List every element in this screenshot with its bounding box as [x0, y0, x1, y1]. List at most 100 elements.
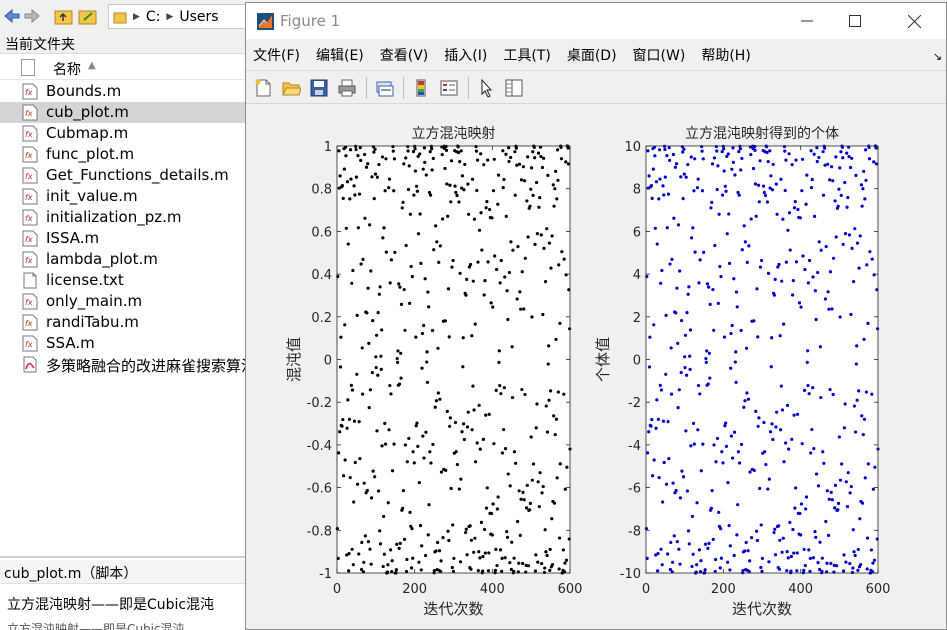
data-point — [647, 365, 652, 369]
data-point — [337, 149, 341, 153]
path-segment-users[interactable]: Users — [179, 9, 218, 25]
data-point — [843, 232, 848, 236]
menu-item[interactable]: 窗口(W) — [633, 45, 686, 65]
figure-canvas[interactable]: 1 0.8 0.6 0.4 0.2 0 -0.2 -0.4 -0.6 -0.8 -1 0 200 400 6… — [246, 105, 946, 629]
data-point — [707, 541, 711, 545]
path-box[interactable]: ▶ C: ▶ Users — [108, 4, 246, 29]
plots-svg[interactable]: 10.80.60.40.20-0.2-0.4-0.6-0.8-10 200 400 6… — [246, 105, 946, 629]
data-point — [784, 260, 788, 264]
data-point — [479, 211, 483, 215]
title-bar[interactable]: Figure 1 — [246, 3, 946, 39]
data-point — [672, 534, 676, 538]
data-point — [536, 560, 540, 564]
new-figure-icon[interactable] — [250, 75, 276, 101]
axes-2[interactable]: 1086420-2-4-6-8-100 200 400 600立方混沌映射得到的个体迭… — [594, 125, 890, 618]
data-point — [336, 451, 341, 455]
data-point — [535, 232, 539, 236]
matlab-script-icon: fx — [22, 209, 38, 226]
menu-item[interactable]: 文件(F) — [253, 45, 300, 65]
file-row[interactable]: fx init_value.m — [0, 186, 246, 207]
data-point — [871, 487, 875, 491]
file-row[interactable]: fx Bounds.m — [0, 81, 246, 102]
data-point — [679, 318, 684, 323]
file-row[interactable]: fx only_main.m — [0, 291, 246, 312]
data-point — [381, 564, 385, 569]
data-point — [402, 537, 407, 541]
file-row[interactable]: 多策略融合的改进麻雀搜索算法 — [0, 354, 246, 375]
menu-item[interactable]: 帮助(H) — [701, 45, 750, 65]
column-header[interactable]: 名称 ▲ — [0, 56, 246, 80]
property-editor-icon[interactable] — [501, 75, 527, 101]
data-point — [713, 243, 717, 248]
data-point — [748, 470, 752, 474]
back-arrow-icon[interactable] — [2, 6, 22, 26]
file-row[interactable]: fx ISSA.m — [0, 228, 246, 249]
data-point — [723, 184, 727, 188]
forward-arrow-icon[interactable] — [22, 6, 42, 26]
file-row[interactable]: fx cub_plot.m — [0, 102, 246, 123]
file-row[interactable]: license.txt — [0, 270, 246, 291]
file-name: ISSA.m — [46, 229, 100, 247]
legend-icon[interactable] — [436, 75, 462, 101]
data-point — [860, 414, 864, 418]
data-point — [474, 144, 478, 149]
file-row[interactable]: fx lambda_plot.m — [0, 249, 246, 270]
data-point — [548, 547, 552, 552]
data-point — [736, 503, 740, 507]
close-button[interactable] — [891, 3, 937, 39]
menu-item[interactable]: 桌面(D) — [567, 45, 617, 65]
y-tick-label: 1 — [324, 140, 332, 155]
print-icon[interactable] — [334, 75, 360, 101]
file-row[interactable]: fx Cubmap.m — [0, 123, 246, 144]
menu-item[interactable]: 工具(T) — [503, 45, 550, 65]
panel-divider[interactable] — [0, 556, 246, 558]
link-icon[interactable] — [371, 75, 397, 101]
data-point — [785, 550, 789, 554]
menu-item[interactable]: 编辑(E) — [316, 45, 364, 65]
data-point — [815, 146, 819, 150]
save-icon[interactable] — [306, 75, 332, 101]
data-point — [719, 527, 723, 531]
data-point — [556, 178, 560, 182]
data-point — [529, 187, 533, 191]
data-point — [403, 443, 407, 447]
file-row[interactable]: fx Get_Functions_details.m — [0, 165, 246, 186]
data-point — [824, 244, 828, 249]
file-row[interactable]: fx randiTabu.m — [0, 312, 246, 333]
data-point — [369, 269, 373, 273]
up-folder-icon[interactable] — [54, 6, 74, 26]
data-point — [806, 383, 810, 388]
browse-folder-icon[interactable] — [78, 6, 98, 26]
file-row[interactable]: fx func_plot.m — [0, 144, 246, 165]
file-row[interactable]: fx SSA.m — [0, 333, 246, 354]
data-point — [728, 544, 732, 548]
axes-1[interactable]: 10.80.60.40.20-0.2-0.4-0.6-0.8-10 200 400 6… — [285, 126, 582, 618]
data-point — [771, 162, 775, 167]
data-point — [382, 552, 386, 556]
dock-arrow-icon[interactable]: ↘ — [933, 50, 942, 63]
maximize-button[interactable] — [832, 3, 878, 39]
toolbar-separator — [403, 76, 404, 99]
pointer-icon[interactable] — [473, 75, 499, 101]
data-point — [365, 488, 369, 493]
data-point — [720, 150, 724, 154]
file-row[interactable]: fx initialization_pz.m — [0, 207, 246, 228]
menu-item[interactable]: 插入(I) — [444, 45, 487, 65]
open-icon[interactable] — [278, 75, 304, 101]
data-point — [534, 426, 538, 430]
data-point — [356, 154, 360, 158]
data-point — [674, 162, 679, 166]
data-point — [475, 158, 480, 162]
x-tick-label: 400 — [788, 582, 813, 597]
data-point — [677, 388, 681, 392]
data-point — [803, 563, 807, 568]
data-point — [839, 193, 843, 197]
minimize-button[interactable] — [784, 3, 830, 39]
data-point — [737, 150, 741, 154]
colorbar-icon[interactable] — [408, 75, 434, 101]
menu-item[interactable]: 查看(V) — [380, 45, 429, 65]
path-segment-drive[interactable]: C: — [146, 9, 161, 25]
data-point — [785, 568, 789, 573]
matlab-script-icon: fx — [22, 314, 38, 331]
name-column-label[interactable]: 名称 — [53, 59, 81, 79]
